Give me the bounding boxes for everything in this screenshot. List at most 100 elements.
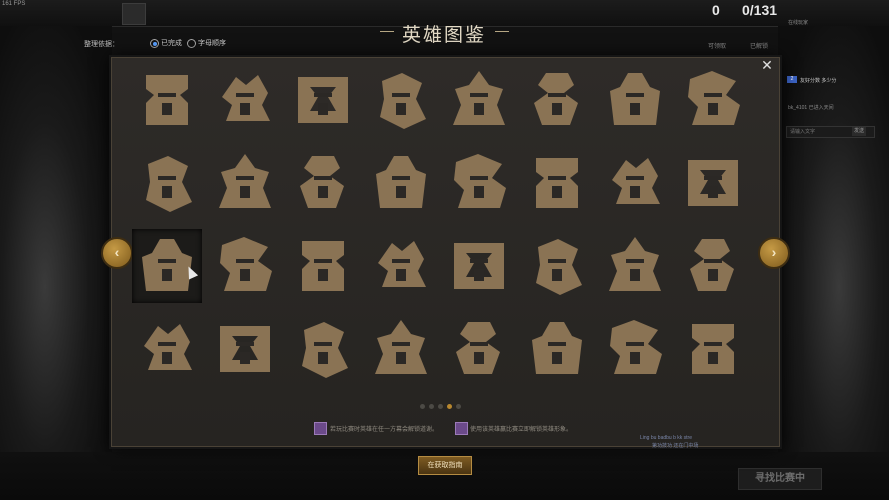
hero-icon bbox=[298, 77, 348, 123]
hero-icon bbox=[688, 71, 740, 125]
hero-icon bbox=[536, 239, 582, 295]
sort-label: 整理依据： bbox=[84, 41, 119, 48]
chat-badge: 2 bbox=[787, 76, 797, 83]
hero-card[interactable] bbox=[210, 229, 280, 303]
claimable-label: 可领取 bbox=[708, 44, 727, 50]
prev-page-button[interactable]: ‹ bbox=[101, 237, 133, 269]
sort-radio-completed[interactable] bbox=[150, 39, 159, 48]
hero-card[interactable] bbox=[366, 146, 436, 220]
user-line-2: 第功技功 还在门中场 bbox=[652, 443, 699, 449]
hero-icon bbox=[380, 73, 426, 129]
hero-card[interactable] bbox=[444, 63, 514, 137]
hero-icon bbox=[300, 156, 344, 208]
hero-icon bbox=[146, 156, 192, 212]
chat-send-button[interactable]: 发送 bbox=[852, 127, 866, 136]
hero-card[interactable] bbox=[444, 312, 514, 386]
page-dot[interactable] bbox=[447, 404, 452, 409]
hero-card[interactable] bbox=[132, 146, 202, 220]
nav-tab[interactable] bbox=[264, 6, 318, 20]
hero-icon bbox=[690, 239, 734, 291]
hero-icon bbox=[692, 324, 734, 374]
hero-icon bbox=[220, 237, 272, 291]
hero-card[interactable] bbox=[210, 312, 280, 386]
guide-button[interactable]: 在获取指南 bbox=[418, 456, 472, 475]
unlocked-label: 已解锁 bbox=[750, 44, 769, 50]
chat-friend-line: 友好分数 多少分 bbox=[800, 78, 837, 84]
hero-card[interactable] bbox=[522, 63, 592, 137]
hero-card[interactable] bbox=[132, 312, 202, 386]
hero-card[interactable] bbox=[366, 63, 436, 137]
hero-card[interactable] bbox=[210, 63, 280, 137]
hero-card[interactable] bbox=[678, 312, 748, 386]
hero-icon bbox=[378, 241, 426, 287]
hero-card[interactable] bbox=[678, 146, 748, 220]
claimable-count: 0 bbox=[712, 2, 720, 18]
hero-card[interactable] bbox=[288, 63, 358, 137]
chat-message: bk_4101 已进入天间 bbox=[788, 105, 834, 111]
user-line-1: Ling bu badbu b kk stre bbox=[640, 435, 692, 441]
hero-card[interactable] bbox=[600, 229, 670, 303]
nav-tab[interactable] bbox=[206, 6, 260, 20]
hero-icon bbox=[146, 75, 188, 125]
hero-icon bbox=[220, 326, 270, 372]
hero-card[interactable] bbox=[288, 146, 358, 220]
dialog-title: 英雄图鉴 bbox=[401, 24, 486, 46]
hint-right-text: 使用该英雄赢比赛立即解锁英雄形象。 bbox=[470, 427, 573, 433]
next-page-button[interactable]: › bbox=[758, 237, 790, 269]
hero-icon bbox=[302, 241, 344, 291]
hero-icon bbox=[144, 324, 192, 370]
hero-card[interactable] bbox=[366, 312, 436, 386]
hero-icon bbox=[532, 322, 582, 374]
page-dot[interactable] bbox=[456, 404, 461, 409]
hero-card[interactable] bbox=[210, 146, 280, 220]
hero-icon bbox=[376, 156, 426, 208]
hero-icon bbox=[612, 158, 660, 204]
hero-icon bbox=[375, 320, 427, 374]
nav-tab[interactable] bbox=[148, 6, 202, 20]
background-hero-area bbox=[0, 26, 112, 500]
page-dot[interactable] bbox=[429, 404, 434, 409]
hero-card[interactable] bbox=[600, 312, 670, 386]
hero-icon bbox=[534, 73, 578, 125]
nav-tab[interactable] bbox=[322, 6, 376, 20]
hero-card[interactable] bbox=[132, 63, 202, 137]
hero-icon bbox=[302, 322, 348, 378]
find-match-button[interactable]: 寻找比赛中 bbox=[738, 468, 822, 490]
hero-card[interactable] bbox=[366, 229, 436, 303]
sort-option-alpha[interactable]: 字母顺序 bbox=[198, 38, 226, 48]
page-dot[interactable] bbox=[438, 404, 443, 409]
hero-card[interactable] bbox=[444, 146, 514, 220]
app-logo[interactable] bbox=[122, 3, 146, 25]
hero-card[interactable] bbox=[678, 63, 748, 137]
hero-icon bbox=[219, 154, 271, 208]
hero-card[interactable] bbox=[288, 229, 358, 303]
hero-card[interactable] bbox=[600, 63, 670, 137]
hero-icon bbox=[536, 158, 578, 208]
hero-card[interactable] bbox=[522, 229, 592, 303]
close-icon[interactable]: ✕ bbox=[760, 58, 774, 72]
sort-radio-alpha[interactable] bbox=[187, 39, 196, 48]
hero-card[interactable] bbox=[522, 312, 592, 386]
hero-card[interactable] bbox=[600, 146, 670, 220]
hint-left-text: 若玩比赛时英雄在任一方幕会解锁道谢。 bbox=[330, 427, 439, 433]
hero-grid bbox=[132, 63, 760, 393]
hero-icon bbox=[609, 237, 661, 291]
hint-right-icon bbox=[455, 422, 468, 435]
hero-icon bbox=[610, 73, 660, 125]
hero-icon bbox=[454, 154, 506, 208]
sort-option-completed[interactable]: 已完成 bbox=[161, 38, 182, 48]
title-ornament-right bbox=[495, 31, 509, 32]
hero-icon bbox=[453, 71, 505, 125]
hero-icon bbox=[454, 243, 504, 289]
hint-left-icon bbox=[314, 422, 327, 435]
hero-icon bbox=[456, 322, 500, 374]
unlocked-count: 0/131 bbox=[742, 2, 778, 18]
hero-card[interactable] bbox=[288, 312, 358, 386]
hero-card[interactable] bbox=[444, 229, 514, 303]
fps-counter: 161 FPS bbox=[2, 1, 26, 7]
hero-icon bbox=[688, 160, 738, 206]
page-dot[interactable] bbox=[420, 404, 425, 409]
hero-icon bbox=[610, 320, 662, 374]
hero-card[interactable] bbox=[522, 146, 592, 220]
hero-card[interactable] bbox=[678, 229, 748, 303]
